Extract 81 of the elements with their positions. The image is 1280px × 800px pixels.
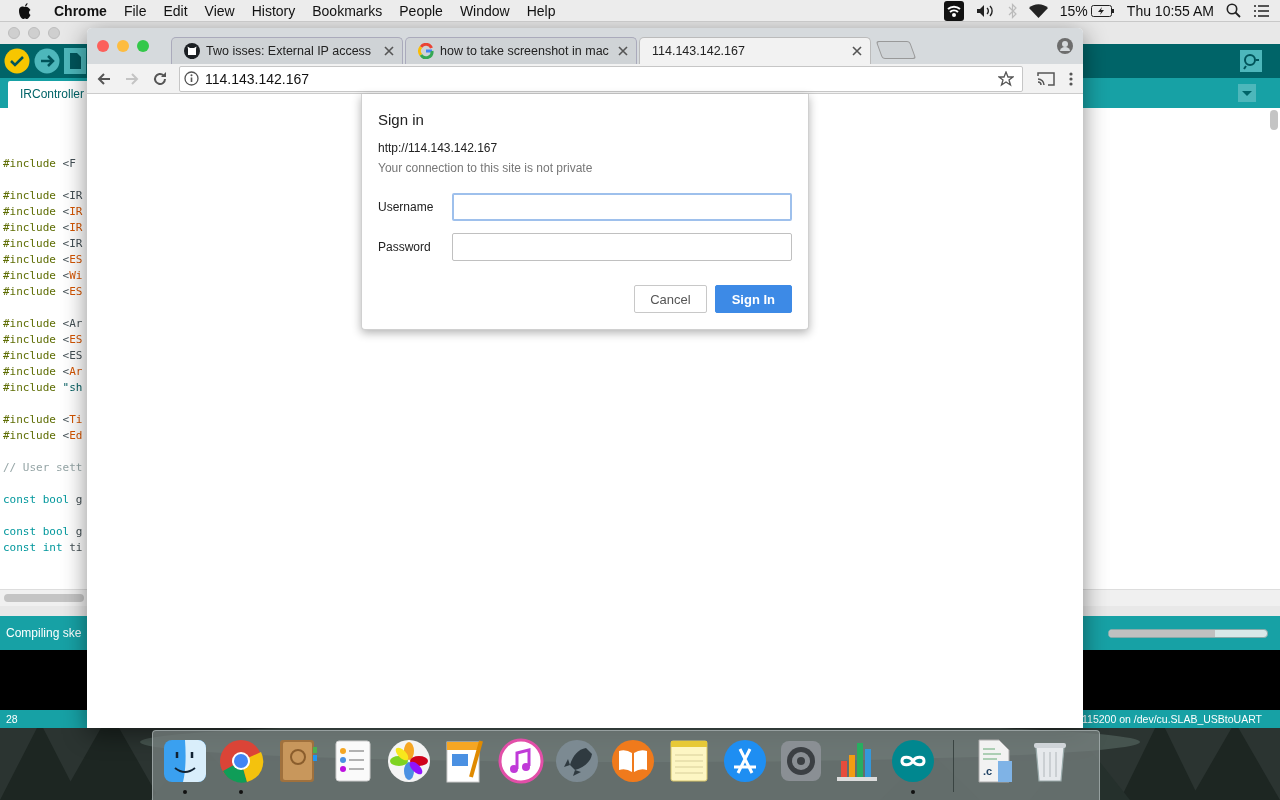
code-line: #include <IR — [3, 204, 83, 220]
verify-button[interactable] — [4, 48, 30, 74]
browser-tab[interactable]: how to take screenshot in mac — [405, 37, 637, 64]
dialog-title: Sign in — [378, 111, 425, 128]
ring-logo-icon — [418, 43, 434, 59]
search-icon[interactable] — [1226, 3, 1241, 18]
wifi-icon[interactable] — [1028, 3, 1048, 18]
menu-item[interactable]: File — [123, 2, 147, 19]
serial-monitor-button[interactable] — [1240, 50, 1262, 72]
menu-item[interactable]: View — [204, 2, 235, 19]
tab-menu-button[interactable] — [1238, 84, 1256, 102]
input-field[interactable] — [452, 193, 792, 221]
apple-icon[interactable] — [18, 2, 32, 19]
star-icon[interactable] — [998, 70, 1014, 87]
menu-item[interactable]: Window — [459, 2, 510, 19]
browser-tab[interactable]: 114.143.142.167 — [639, 37, 871, 64]
close-icon[interactable] — [852, 46, 862, 56]
board-port-info: 115200 on /dev/cu.SLAB_USBtoUART — [1082, 713, 1262, 725]
info-icon[interactable] — [184, 71, 199, 86]
battery-icon[interactable] — [1090, 4, 1115, 17]
code-line: #include <Ed — [3, 428, 83, 444]
scrollbar[interactable] — [1270, 110, 1278, 130]
upload-button[interactable] — [34, 48, 60, 74]
code-line: #include <Ar — [3, 364, 83, 380]
tab-title: 114.143.142.167 — [652, 44, 746, 58]
pencil-ruler-icon[interactable] — [721, 737, 769, 785]
new-sketch-button[interactable] — [64, 48, 86, 74]
code-line: #include "sh — [3, 380, 83, 396]
code-line: #include <Ti — [3, 412, 83, 428]
url-text: 114.143.142.167 — [205, 70, 310, 87]
smiling-face-icon[interactable] — [161, 737, 209, 785]
address-bar[interactable]: 114.143.142.167 — [179, 65, 1023, 92]
open-book-icon[interactable] — [609, 737, 657, 785]
menu-item[interactable]: People — [399, 2, 443, 19]
signal-app-icon[interactable] — [943, 0, 964, 21]
code-line: const int ti — [3, 540, 83, 556]
sign-in-button[interactable]: Sign In — [714, 285, 792, 313]
app-menu[interactable]: Chrome — [54, 2, 107, 19]
code-line: #include <ES — [3, 348, 83, 364]
menu-item[interactable]: Bookmarks — [312, 2, 383, 19]
code-line: #include <ES — [3, 252, 83, 268]
code-line: const bool g — [3, 492, 83, 508]
code-line: #include <IR — [3, 236, 83, 252]
field-label: Username — [378, 200, 435, 214]
menu-item[interactable]: Edit — [163, 2, 188, 19]
tab-title: Two isses: External IP access — [206, 44, 373, 58]
menu-item[interactable]: Help — [526, 2, 556, 19]
browser-tab[interactable]: Two isses: External IP access — [171, 37, 403, 64]
code-line: #include <F — [3, 156, 76, 172]
site-url: http://114.143.142.167 — [378, 141, 499, 155]
scrollbar[interactable] — [4, 594, 84, 602]
infinity-icon[interactable] — [889, 737, 937, 785]
more-icon[interactable] — [1069, 71, 1073, 86]
close-icon[interactable] — [618, 46, 628, 56]
input-field[interactable] — [452, 233, 792, 261]
menu-item[interactable]: History — [251, 2, 296, 19]
code-line: #include <IR — [3, 188, 83, 204]
code-line: #include <Wi — [3, 268, 83, 284]
music-note-icon[interactable] — [497, 737, 545, 785]
rocket-icon[interactable] — [553, 737, 601, 785]
code-line: #include <ES — [3, 332, 83, 348]
volume-icon[interactable] — [975, 3, 996, 18]
line-number: 28 — [6, 713, 18, 725]
code-line: // User sett — [3, 460, 83, 476]
flower-icon[interactable] — [385, 737, 433, 785]
status-message: Compiling ske — [6, 626, 82, 640]
menu-icon[interactable] — [1253, 4, 1270, 17]
cast-icon[interactable] — [1037, 70, 1055, 87]
field-label: Password — [378, 240, 432, 254]
battery-percentage: 15% — [1059, 2, 1088, 19]
person-icon[interactable] — [1057, 38, 1073, 54]
code-line: const bool g — [3, 524, 83, 540]
code-line: #include <Ar — [3, 316, 83, 332]
code-line: #include <IR — [3, 220, 83, 236]
colored-circle-icon[interactable] — [217, 737, 265, 785]
privacy-warning: Your connection to this site is not private — [378, 161, 594, 175]
tab-title: how to take screenshot in mac — [440, 44, 610, 58]
close-icon[interactable] — [384, 46, 394, 56]
code-line: #include <ES — [3, 284, 83, 300]
clock[interactable]: Thu 10:55 AM — [1126, 2, 1214, 19]
cancel-button[interactable]: Cancel — [634, 285, 707, 313]
